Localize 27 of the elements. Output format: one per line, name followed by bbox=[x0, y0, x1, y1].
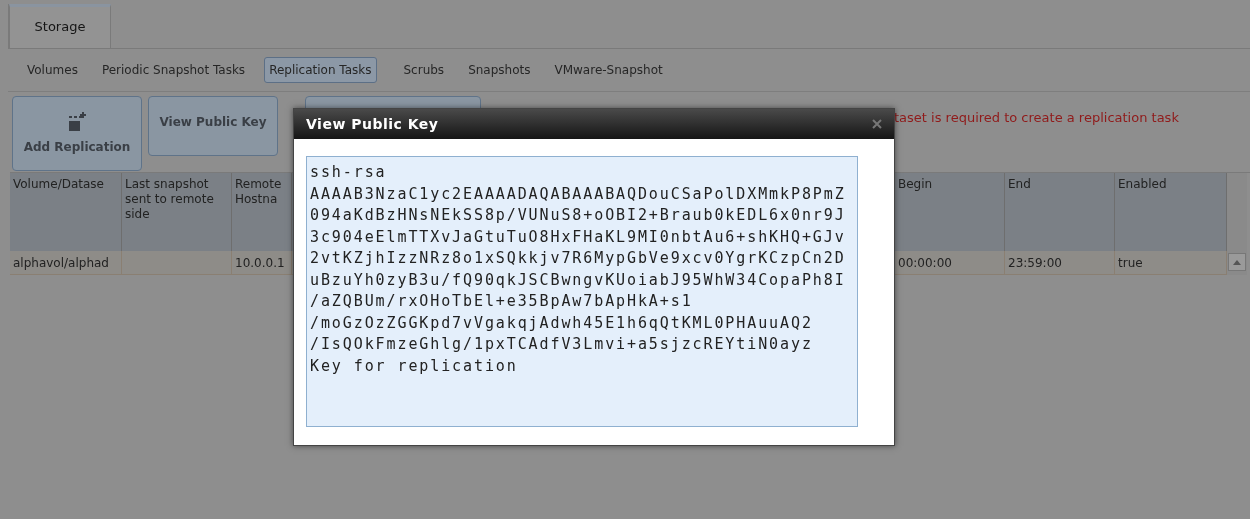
nav-tab[interactable]: Periodic Snapshot Tasks bbox=[96, 57, 251, 83]
nav-tab[interactable]: Snapshots bbox=[463, 57, 536, 83]
column-header[interactable]: End bbox=[1005, 173, 1115, 251]
dialog-title: View Public Key bbox=[306, 116, 439, 132]
public-key-field[interactable]: ssh-rsa AAAAB3NzaC1yc2EAAAADAQABAAABAQDouCSaPolDXMmkP8PmZ 094aKdBzHNsNEkSS8p/VUNuS8+oOBI2+Braub0kEDL6x0nr9J 3c904eElmTTXvJaGtuTuO8HxFHaKL9MI0nbtAu6+shKHQ+GJv 2vtKZjhIzzNRz8o1xSQkkjv7R6MypGbVe9xcv0YgrKCzpCn2D uBzuYh0zyB3u/fQ90qkJSCBwngvKUoiabJ95WhW34CopaPh8I /aZQBUm/rxOHoTbEl+e35BpAw7bApHkA+s1 /moGzOzZGGKpd7vVgakqjAdwh45E1h6qQtKML0PHAuuAQ2 /IsQOkFmzeGhlg/1pxTCAdfV3Lmvi+a5sjzcREYtiN0ayz Key for replication bbox=[306, 156, 858, 427]
error-message: taset is required to create a replication task bbox=[894, 110, 1179, 125]
nav-tab[interactable]: VMware-Snapshot bbox=[549, 57, 668, 83]
nav-tab[interactable]: Scrubs bbox=[398, 57, 450, 83]
table-cell: true bbox=[1115, 251, 1227, 275]
table-cell: alphavol/alphad bbox=[10, 251, 122, 275]
column-header[interactable]: Begin bbox=[895, 173, 1005, 251]
add-replication-button[interactable]: Add Replication bbox=[12, 96, 142, 171]
storage-tab[interactable]: Storage bbox=[9, 4, 111, 48]
column-header[interactable]: Last snapshot sent to remote side bbox=[122, 173, 232, 251]
table-cell: 23:59:00 bbox=[1005, 251, 1115, 275]
scroll-up-icon[interactable] bbox=[1228, 253, 1246, 271]
column-header[interactable]: Enabled bbox=[1115, 173, 1227, 251]
scrollbar[interactable] bbox=[1227, 173, 1247, 275]
column-header[interactable]: Volume/Datase bbox=[10, 173, 122, 251]
view-public-key-button[interactable]: View Public Key bbox=[148, 96, 278, 156]
add-stack-icon bbox=[66, 112, 88, 132]
nav-tab[interactable]: Volumes bbox=[22, 57, 83, 83]
column-header[interactable]: Remote Hostna bbox=[232, 173, 292, 251]
nav-tab[interactable]: Replication Tasks bbox=[264, 57, 377, 83]
close-icon[interactable] bbox=[872, 119, 882, 129]
table-cell: 10.0.0.1 bbox=[232, 251, 292, 275]
table-cell: 00:00:00 bbox=[895, 251, 1005, 275]
